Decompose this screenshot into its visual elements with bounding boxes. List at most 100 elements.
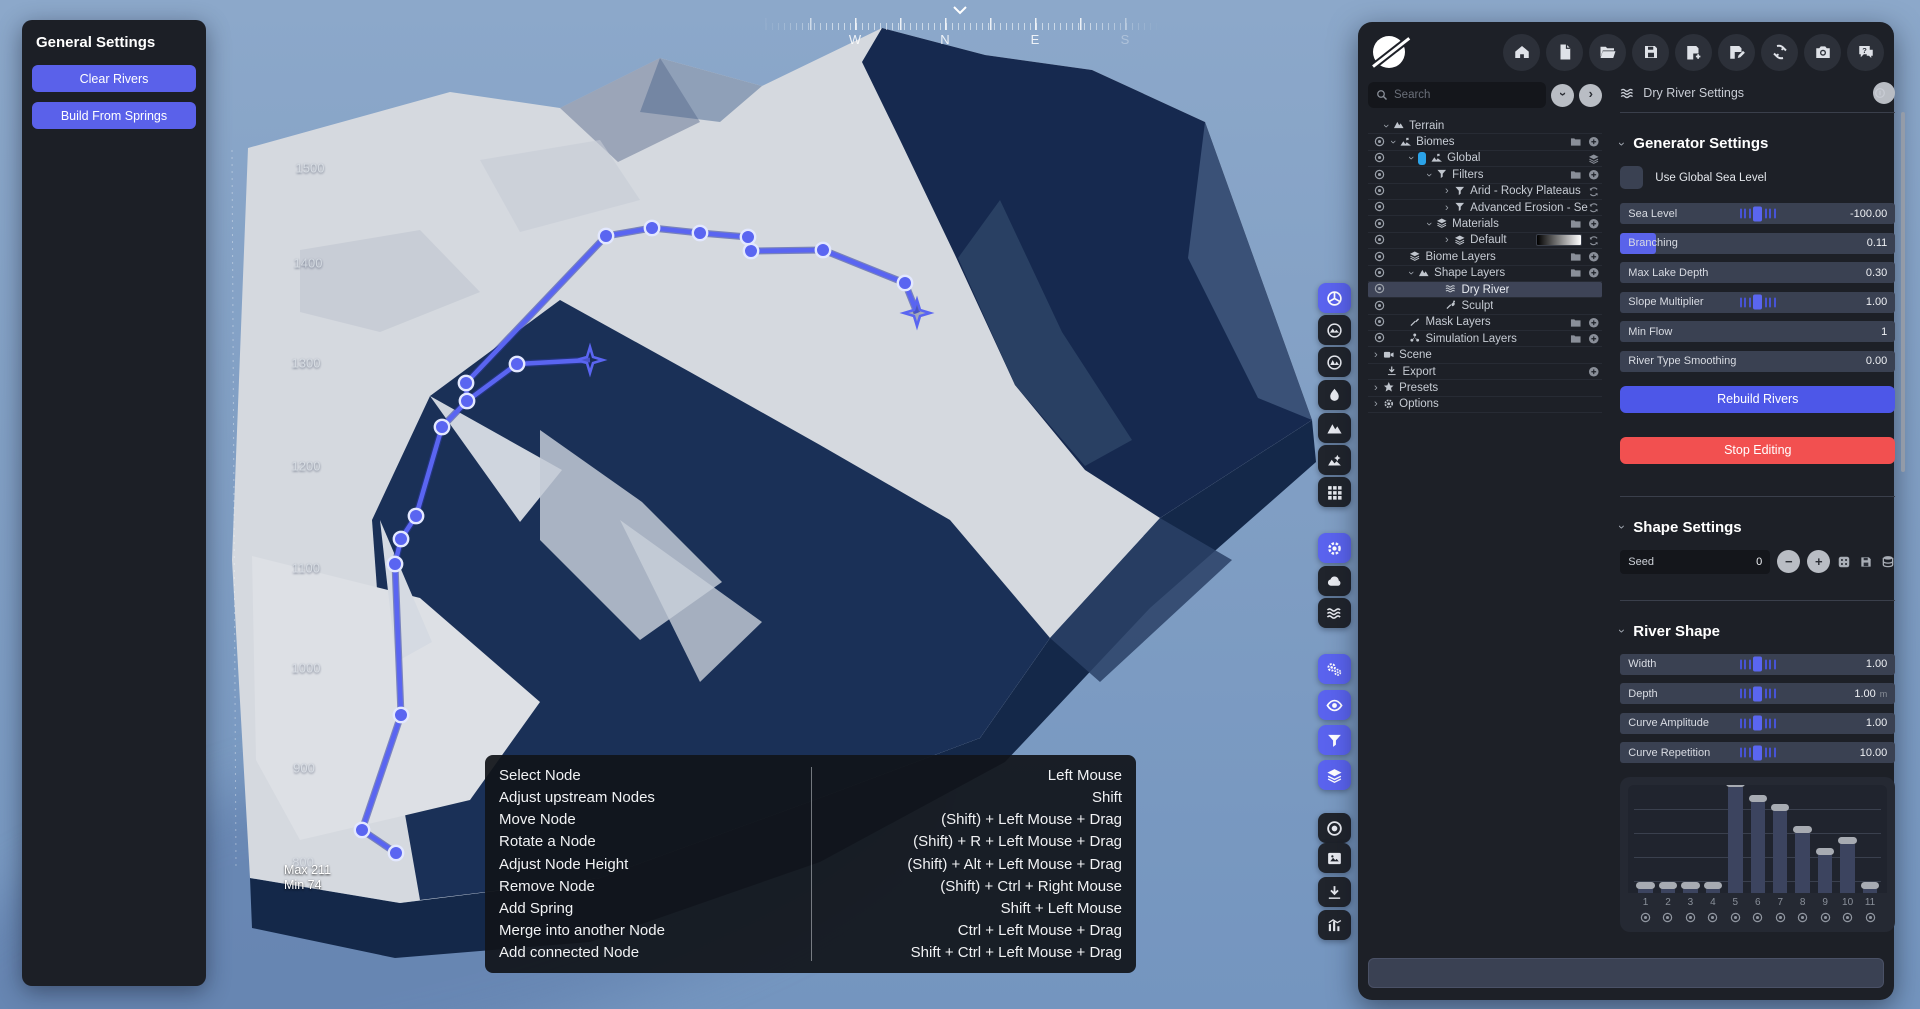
histogram-plot[interactable] bbox=[1628, 785, 1887, 893]
histogram-bar[interactable] bbox=[1679, 785, 1701, 893]
river-node[interactable] bbox=[599, 229, 613, 243]
eye-icon[interactable] bbox=[1814, 908, 1836, 926]
screenshot-button[interactable] bbox=[1804, 34, 1841, 71]
eye-icon[interactable] bbox=[1836, 908, 1858, 926]
tree-item-shape-layers[interactable]: › Shape Layers bbox=[1368, 266, 1602, 282]
river-node[interactable] bbox=[460, 394, 474, 408]
slider-scrubber[interactable] bbox=[1740, 206, 1776, 221]
visibility-eye-icon[interactable] bbox=[1374, 267, 1385, 280]
gradient-swatch[interactable] bbox=[1536, 234, 1582, 246]
visibility-eye-icon[interactable] bbox=[1374, 218, 1385, 231]
tool-peaks-circle-button[interactable] bbox=[1318, 347, 1351, 377]
tree-item-simulation-layers[interactable]: Simulation Layers bbox=[1368, 331, 1602, 347]
river-node[interactable] bbox=[645, 221, 659, 235]
river-node[interactable] bbox=[394, 532, 408, 546]
help-button[interactable] bbox=[1847, 34, 1884, 71]
search-input[interactable] bbox=[1394, 89, 1538, 101]
tree-item-mask-layers[interactable]: Mask Layers bbox=[1368, 315, 1602, 331]
river-node[interactable] bbox=[409, 509, 423, 523]
river-node[interactable] bbox=[388, 557, 402, 571]
tree-item-export[interactable]: Export bbox=[1368, 364, 1602, 380]
status-input-bar[interactable] bbox=[1368, 958, 1884, 988]
seed-input[interactable]: Seed 0 bbox=[1620, 550, 1770, 574]
visibility-eye-icon[interactable] bbox=[1374, 251, 1385, 264]
histogram-bar[interactable] bbox=[1814, 785, 1836, 893]
tool-layers-button[interactable] bbox=[1318, 760, 1351, 790]
eye-icon[interactable] bbox=[1702, 908, 1724, 926]
tree-item-biome-layers[interactable]: Biome Layers bbox=[1368, 249, 1602, 265]
histogram-bar[interactable] bbox=[1634, 785, 1656, 893]
slider-scrubber[interactable] bbox=[1740, 686, 1776, 701]
tool-screenshot-button[interactable] bbox=[1318, 843, 1351, 873]
tree-item-global[interactable]: › Global bbox=[1368, 151, 1602, 167]
folder-icon[interactable] bbox=[1570, 317, 1582, 329]
tree-item-options[interactable]: › Options bbox=[1368, 397, 1602, 413]
curve-repetition-slider[interactable]: Curve Repetition 10.00 bbox=[1620, 742, 1895, 763]
seed-history-icon[interactable] bbox=[1881, 555, 1895, 569]
folder-icon[interactable] bbox=[1570, 267, 1582, 279]
tree-item-arid-rocky-plateaus[interactable]: › Arid - Rocky Plateaus bbox=[1368, 184, 1602, 200]
river-node[interactable] bbox=[435, 420, 449, 434]
tree-item-advanced-erosion[interactable]: › Advanced Erosion - Se bbox=[1368, 200, 1602, 216]
stop-editing-button[interactable]: Stop Editing bbox=[1620, 437, 1895, 464]
build-from-springs-button[interactable]: Build From Springs bbox=[32, 102, 196, 129]
pin-panel-button[interactable] bbox=[1873, 82, 1895, 104]
save-edit-button[interactable] bbox=[1718, 34, 1755, 71]
folder-icon[interactable] bbox=[1570, 333, 1582, 345]
visibility-eye-icon[interactable] bbox=[1374, 152, 1385, 165]
river-node[interactable] bbox=[355, 823, 369, 837]
expand-all-button[interactable]: › bbox=[1579, 84, 1602, 107]
histogram-bar[interactable] bbox=[1702, 785, 1724, 893]
settings-scrollbar[interactable] bbox=[1901, 112, 1905, 472]
eye-icon[interactable] bbox=[1724, 908, 1746, 926]
histogram-bar[interactable] bbox=[1791, 785, 1813, 893]
tool-terrain-pie-button[interactable] bbox=[1318, 283, 1351, 313]
slope-multiplier-slider[interactable]: Slope Multiplier 1.00 bbox=[1620, 292, 1895, 313]
add-icon[interactable] bbox=[1588, 333, 1600, 345]
visibility-eye-icon[interactable] bbox=[1374, 185, 1385, 198]
histogram-bar[interactable] bbox=[1859, 785, 1881, 893]
tool-gears-button[interactable] bbox=[1318, 654, 1351, 684]
checkbox-icon[interactable] bbox=[1620, 166, 1643, 189]
app-logo[interactable] bbox=[1370, 33, 1408, 71]
tree-item-sculpt[interactable]: Sculpt bbox=[1368, 298, 1602, 314]
refresh-icon[interactable] bbox=[1588, 202, 1600, 214]
rebuild-sync-button[interactable] bbox=[1761, 34, 1798, 71]
tree-item-filters[interactable]: › Filters bbox=[1368, 167, 1602, 183]
histogram-bar[interactable] bbox=[1747, 785, 1769, 893]
open-file-button[interactable] bbox=[1589, 34, 1626, 71]
folder-icon[interactable] bbox=[1570, 169, 1582, 181]
save-seed-icon[interactable] bbox=[1859, 555, 1873, 569]
add-icon[interactable] bbox=[1588, 169, 1600, 181]
eye-icon[interactable] bbox=[1791, 908, 1813, 926]
eye-icon[interactable] bbox=[1747, 908, 1769, 926]
folder-icon[interactable] bbox=[1570, 136, 1582, 148]
randomize-seed-dice-icon[interactable] bbox=[1837, 555, 1851, 569]
tree-item-dry-river[interactable]: Dry River bbox=[1368, 282, 1602, 298]
visibility-eye-icon[interactable] bbox=[1374, 136, 1385, 149]
add-icon[interactable] bbox=[1588, 218, 1600, 230]
width-slider[interactable]: Width 1.00 bbox=[1620, 654, 1895, 675]
tool-flame-button[interactable] bbox=[1318, 380, 1351, 410]
histogram-bar[interactable] bbox=[1836, 785, 1858, 893]
add-icon[interactable] bbox=[1588, 317, 1600, 329]
tool-grid-button[interactable] bbox=[1318, 477, 1351, 507]
layers-icon[interactable] bbox=[1588, 153, 1600, 165]
save-as-button[interactable] bbox=[1675, 34, 1712, 71]
visibility-eye-icon[interactable] bbox=[1374, 316, 1385, 329]
tree-item-biomes[interactable]: › Biomes bbox=[1368, 134, 1602, 150]
search-box[interactable] bbox=[1368, 82, 1546, 108]
tool-stats-button[interactable] bbox=[1318, 910, 1351, 940]
min-flow-slider[interactable]: Min Flow 1 bbox=[1620, 321, 1895, 342]
tool-cloud-button[interactable] bbox=[1318, 566, 1351, 596]
clear-rivers-button[interactable]: Clear Rivers bbox=[32, 65, 196, 92]
tool-filter-button[interactable] bbox=[1318, 725, 1351, 755]
seed-decrement-button[interactable]: − bbox=[1777, 550, 1800, 573]
tool-gear-button[interactable] bbox=[1318, 533, 1351, 563]
add-icon[interactable] bbox=[1588, 267, 1600, 279]
max-lake-depth-slider[interactable]: Max Lake Depth 0.30 bbox=[1620, 262, 1895, 283]
visibility-eye-icon[interactable] bbox=[1374, 283, 1385, 296]
collapse-all-button[interactable]: › bbox=[1551, 84, 1574, 107]
shape-settings-header[interactable]: › Shape Settings bbox=[1620, 519, 1895, 536]
tree-item-scene[interactable]: › Scene bbox=[1368, 347, 1602, 363]
